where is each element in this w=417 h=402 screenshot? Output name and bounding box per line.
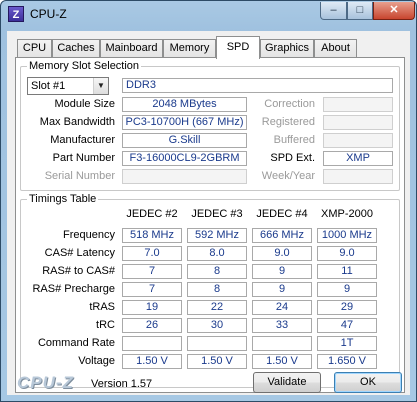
part-number-label: Part Number bbox=[52, 152, 115, 164]
memory-slot-group: Memory Slot Selection Slot #1 ▼ DDR3 Mod… bbox=[20, 60, 400, 191]
manufacturer-label: Manufacturer bbox=[50, 134, 115, 146]
timing-cell: 26 bbox=[122, 318, 182, 333]
timing-cell: 9.0 bbox=[252, 246, 312, 261]
registered-field bbox=[323, 115, 393, 130]
window-content: CPU Caches Mainboard Memory SPD Graphics… bbox=[7, 31, 410, 395]
timing-cell: 1000 MHz bbox=[317, 228, 377, 243]
serial-number-label: Serial Number bbox=[44, 170, 115, 182]
tab-about[interactable]: About bbox=[314, 39, 357, 58]
timing-cell: 7.0 bbox=[122, 246, 182, 261]
spd-ext-field: XMP bbox=[323, 151, 393, 166]
timing-cell: 8.0 bbox=[187, 246, 247, 261]
timing-row-label: CAS# Latency bbox=[44, 247, 115, 259]
week-year-field bbox=[323, 169, 393, 184]
timings-col-header: XMP-2000 bbox=[321, 208, 373, 220]
timings-group-title: Timings Table bbox=[27, 193, 99, 205]
timing-cell: 9 bbox=[317, 282, 377, 297]
tab-cpu[interactable]: CPU bbox=[17, 39, 52, 58]
timing-row-label: tRAS bbox=[89, 301, 115, 313]
spd-panel: Memory Slot Selection Slot #1 ▼ DDR3 Mod… bbox=[15, 57, 405, 393]
timing-row-label: Voltage bbox=[78, 355, 115, 367]
minimize-button[interactable]: – bbox=[320, 2, 347, 20]
cpuz-logo: CPU-Z bbox=[17, 373, 74, 392]
timing-cell: 1.50 V bbox=[187, 354, 247, 369]
tab-caches[interactable]: Caches bbox=[52, 39, 100, 58]
cpuz-app-icon: Z bbox=[8, 6, 24, 22]
ok-button[interactable]: OK bbox=[334, 372, 402, 393]
timing-cell: 1.650 V bbox=[317, 354, 377, 369]
buffered-label: Buffered bbox=[273, 134, 315, 146]
timing-cell: 1.50 V bbox=[122, 354, 182, 369]
timings-col-header: JEDEC #4 bbox=[256, 208, 308, 220]
timing-cell: 1.50 V bbox=[252, 354, 312, 369]
manufacturer-field: G.Skill bbox=[122, 133, 247, 148]
timing-row-label: Frequency bbox=[63, 229, 115, 241]
slot-select[interactable]: Slot #1 ▼ bbox=[27, 77, 109, 95]
validate-button[interactable]: Validate bbox=[253, 372, 321, 393]
timing-row-label: Command Rate bbox=[37, 337, 115, 349]
close-button[interactable]: ✕ bbox=[373, 2, 415, 20]
slot-select-value: Slot #1 bbox=[31, 80, 66, 92]
timing-cell: 9 bbox=[252, 264, 312, 279]
title-bar[interactable]: Z CPU-Z – □ ✕ bbox=[1, 1, 416, 29]
timing-cell: 518 MHz bbox=[122, 228, 182, 243]
chevron-down-icon[interactable]: ▼ bbox=[93, 78, 108, 94]
buffered-field bbox=[323, 133, 393, 148]
max-bandwidth-label: Max Bandwidth bbox=[39, 116, 115, 128]
memory-type-field: DDR3 bbox=[122, 78, 393, 93]
maximize-button[interactable]: □ bbox=[347, 2, 373, 20]
timing-cell: 19 bbox=[122, 300, 182, 315]
timings-col-header: JEDEC #2 bbox=[126, 208, 178, 220]
timing-cell: 24 bbox=[252, 300, 312, 315]
timing-cell: 592 MHz bbox=[187, 228, 247, 243]
registered-label: Registered bbox=[261, 116, 315, 128]
timings-group: Timings Table JEDEC #2 JEDEC #3 JEDEC #4… bbox=[20, 193, 400, 388]
spd-ext-label: SPD Ext. bbox=[270, 152, 315, 164]
timing-row-label: RAS# Precharge bbox=[32, 283, 115, 295]
tab-spd[interactable]: SPD bbox=[216, 36, 260, 59]
timing-cell: 1T bbox=[317, 336, 377, 351]
window-title: CPU-Z bbox=[30, 7, 67, 21]
timing-cell: 8 bbox=[187, 264, 247, 279]
version-label: Version 1.57 bbox=[91, 378, 153, 390]
timing-cell: 33 bbox=[252, 318, 312, 333]
timing-cell: 9.0 bbox=[317, 246, 377, 261]
timing-cell: 30 bbox=[187, 318, 247, 333]
timing-cell: 22 bbox=[187, 300, 247, 315]
timing-cell: 47 bbox=[317, 318, 377, 333]
timings-col-header: JEDEC #3 bbox=[191, 208, 243, 220]
timing-cell: 29 bbox=[317, 300, 377, 315]
timing-cell: 7 bbox=[122, 264, 182, 279]
timing-cell: 9 bbox=[252, 282, 312, 297]
timing-row-label: RAS# to CAS# bbox=[42, 265, 115, 277]
correction-label: Correction bbox=[264, 98, 315, 110]
timing-cell: 11 bbox=[317, 264, 377, 279]
part-number-field: F3-16000CL9-2GBRM bbox=[122, 151, 247, 166]
memory-slot-group-title: Memory Slot Selection bbox=[27, 60, 142, 72]
tab-mainboard[interactable]: Mainboard bbox=[100, 39, 163, 58]
timing-cell: 7 bbox=[122, 282, 182, 297]
cpuz-window: Z CPU-Z – □ ✕ CPU Caches Mainboard Memor… bbox=[0, 0, 417, 402]
week-year-label: Week/Year bbox=[261, 170, 315, 182]
timing-cell: 666 MHz bbox=[252, 228, 312, 243]
timing-cell bbox=[187, 336, 247, 351]
timing-row-label: tRC bbox=[96, 319, 115, 331]
tab-memory[interactable]: Memory bbox=[163, 39, 216, 58]
module-size-label: Module Size bbox=[54, 98, 115, 110]
correction-field bbox=[323, 97, 393, 112]
module-size-field: 2048 MBytes bbox=[122, 97, 247, 112]
timing-cell bbox=[122, 336, 182, 351]
serial-number-field bbox=[122, 169, 247, 184]
timing-cell: 8 bbox=[187, 282, 247, 297]
max-bandwidth-field: PC3-10700H (667 MHz) bbox=[122, 115, 247, 130]
tab-graphics[interactable]: Graphics bbox=[260, 39, 314, 58]
timing-cell bbox=[252, 336, 312, 351]
